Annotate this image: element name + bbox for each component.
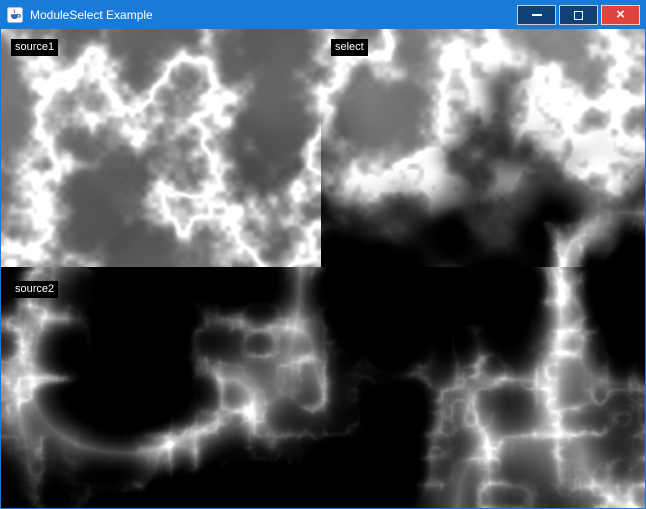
maximize-icon: [574, 11, 583, 20]
select-label: select: [331, 39, 368, 56]
java-coffee-cup-icon: [7, 7, 23, 23]
titlebar[interactable]: ModuleSelect Example ×: [1, 1, 645, 29]
window-controls: ×: [517, 5, 645, 25]
close-icon: ×: [616, 7, 625, 22]
source2-canvas: [1, 267, 645, 508]
maximize-button[interactable]: [559, 5, 598, 25]
app-window: ModuleSelect Example × source1 select so…: [0, 0, 646, 509]
close-button[interactable]: ×: [601, 5, 640, 25]
source1-canvas: [1, 29, 321, 267]
render-area: source1 select source2: [1, 29, 645, 508]
window-title: ModuleSelect Example: [30, 1, 153, 29]
source2-label: source2: [11, 281, 58, 298]
select-canvas: [321, 29, 645, 267]
source1-label: source1: [11, 39, 58, 56]
minimize-button[interactable]: [517, 5, 556, 25]
minimize-icon: [532, 14, 542, 16]
